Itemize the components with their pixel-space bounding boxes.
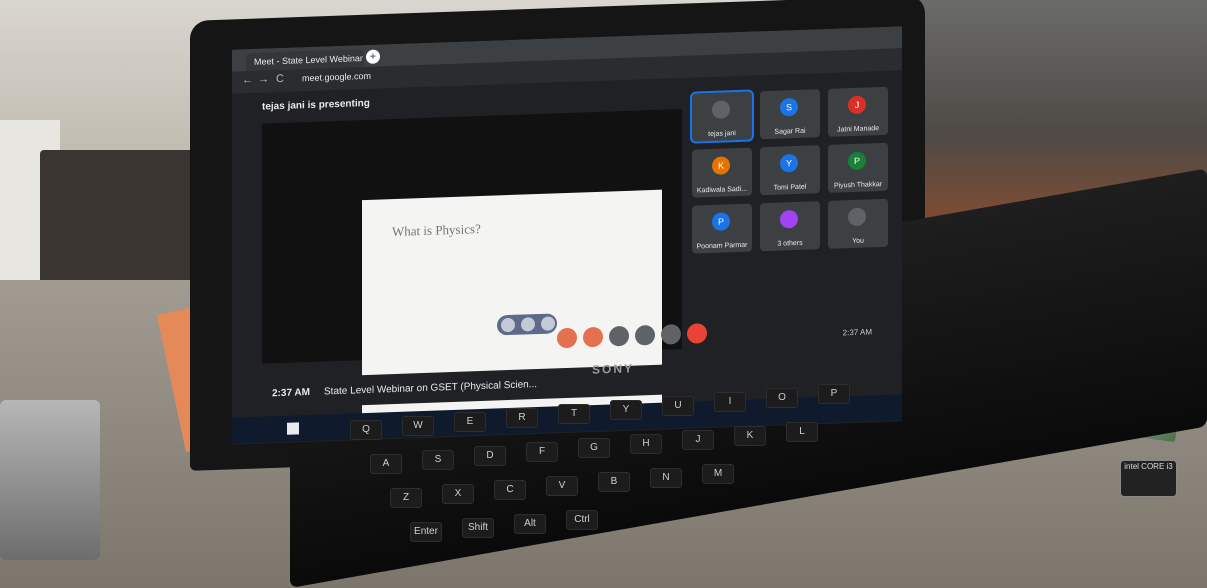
keyboard-key[interactable]: I xyxy=(714,392,746,412)
keyboard-key[interactable]: B xyxy=(598,472,630,492)
keyboard-key[interactable]: G xyxy=(578,438,610,458)
back-icon[interactable]: ← xyxy=(242,74,253,86)
participant-name: Kadiwala Sadi... xyxy=(696,185,748,195)
keyboard: Q W E R T Y U I O P A S D F G H J K L Z X C V B N M Enter Shift Alt C… xyxy=(310,380,1110,580)
keyboard-key[interactable]: N xyxy=(650,468,682,488)
participant-grid: tejas jani S Sagar Rai J Jatni Manade K Kadiwa… xyxy=(682,77,892,284)
external-drive xyxy=(0,400,100,560)
participant-tile[interactable]: P Piyush Thakkar xyxy=(828,142,888,193)
keyboard-key[interactable]: R xyxy=(506,408,538,428)
forward-icon[interactable]: → xyxy=(258,73,269,85)
keyboard-key[interactable]: H xyxy=(630,434,662,454)
avatar: S xyxy=(780,97,798,117)
laptop-brand: SONY xyxy=(592,361,635,377)
captions-icon[interactable] xyxy=(609,325,629,347)
url-text[interactable]: meet.google.com xyxy=(302,71,371,83)
windows-start-icon[interactable] xyxy=(287,422,299,435)
avatar: P xyxy=(712,212,730,231)
keyboard-key[interactable]: U xyxy=(662,396,694,416)
new-tab-button[interactable]: + xyxy=(366,49,380,65)
keyboard-key[interactable]: K xyxy=(734,426,766,446)
participant-tile[interactable]: tejas jani xyxy=(690,89,754,144)
end-call-icon[interactable] xyxy=(687,323,707,344)
mute-icon[interactable] xyxy=(521,317,535,332)
participant-name: Piyush Thakkar xyxy=(833,180,883,190)
avatar: J xyxy=(848,95,866,115)
call-controls xyxy=(557,323,713,350)
keyboard-key[interactable]: M xyxy=(702,464,734,484)
present-icon[interactable] xyxy=(635,324,655,346)
participant-name: You xyxy=(852,237,864,246)
keyboard-key[interactable]: P xyxy=(818,384,850,404)
avatar: K xyxy=(712,156,730,175)
keyboard-key[interactable]: S xyxy=(422,450,454,470)
keyboard-key[interactable]: L xyxy=(786,422,818,442)
avatar xyxy=(712,100,730,119)
keyboard-key[interactable]: J xyxy=(682,430,714,450)
presentation-controls[interactable] xyxy=(497,313,557,336)
participant-tile[interactable]: S Sagar Rai xyxy=(760,89,820,140)
remove-icon[interactable] xyxy=(541,316,555,331)
intel-sticker: intel CORE i3 xyxy=(1120,460,1177,497)
keyboard-key[interactable]: D xyxy=(474,446,506,466)
keyboard-key[interactable]: X xyxy=(442,484,474,504)
participant-tile[interactable]: 3 others xyxy=(760,201,820,252)
avatar: P xyxy=(848,151,866,171)
meeting-time: 2:37 AM xyxy=(272,386,310,400)
more-options-icon[interactable] xyxy=(661,324,681,345)
keyboard-key[interactable]: O xyxy=(766,388,798,408)
participant-tile[interactable]: You xyxy=(828,198,888,249)
participant-tile[interactable]: J Jatni Manade xyxy=(828,86,888,137)
keyboard-key[interactable]: C xyxy=(494,480,526,500)
keyboard-key[interactable]: Shift xyxy=(462,518,494,538)
participant-name: Jatni Manade xyxy=(836,125,880,134)
keyboard-key[interactable]: Y xyxy=(610,400,642,420)
presenting-label: tejas jani is presenting xyxy=(262,97,370,113)
participant-tile[interactable]: P Poonam Parmar xyxy=(692,203,752,254)
photo-scene: Meet - State Level Webinar + ← → C meet.… xyxy=(0,0,1207,588)
avatar xyxy=(848,207,866,227)
participant-tile[interactable]: Y Tomi Patel xyxy=(760,145,820,196)
keyboard-key[interactable]: Enter xyxy=(410,522,442,542)
keyboard-key[interactable]: A xyxy=(370,454,402,474)
avatar xyxy=(780,209,798,229)
participant-name: 3 others xyxy=(777,239,803,248)
avatar: Y xyxy=(780,153,798,173)
keyboard-key[interactable]: T xyxy=(558,404,590,424)
keyboard-key[interactable]: Alt xyxy=(514,514,546,534)
camera-icon[interactable] xyxy=(583,326,603,348)
reload-icon[interactable]: C xyxy=(276,73,284,85)
slide-title: What is Physics? xyxy=(392,221,481,240)
keyboard-key[interactable]: V xyxy=(546,476,578,496)
keyboard-key[interactable]: Q xyxy=(350,420,382,440)
keyboard-key[interactable]: Ctrl xyxy=(566,510,598,530)
keyboard-key[interactable]: E xyxy=(454,412,486,432)
participant-name: Sagar Rai xyxy=(774,127,806,136)
tray-time: 2:37 AM xyxy=(842,327,872,338)
participant-name: Poonam Parmar xyxy=(696,241,748,251)
pin-icon[interactable] xyxy=(501,317,515,333)
participant-name: Tomi Patel xyxy=(773,183,807,192)
mic-icon[interactable] xyxy=(557,327,577,349)
keyboard-key[interactable]: F xyxy=(526,442,558,462)
keyboard-key[interactable]: Z xyxy=(390,488,422,508)
participant-name: tejas jani xyxy=(708,130,736,139)
keyboard-key[interactable]: W xyxy=(402,416,434,436)
participant-tile[interactable]: K Kadiwala Sadi... xyxy=(692,147,752,198)
